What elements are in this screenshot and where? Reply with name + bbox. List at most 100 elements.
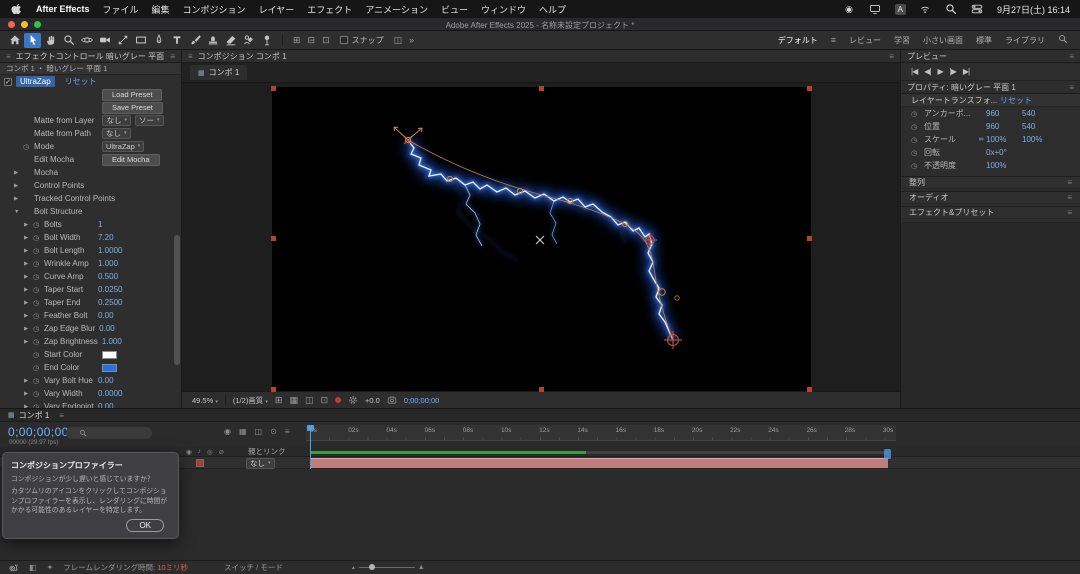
transport-button[interactable]: ▶| bbox=[963, 67, 969, 76]
selection-handle[interactable] bbox=[539, 387, 544, 392]
expander-icon[interactable]: ▶ bbox=[14, 183, 23, 189]
panel-menu-icon[interactable]: ≡ bbox=[889, 52, 894, 61]
effect-property-row[interactable]: Load Preset ▾ ▾ bbox=[0, 88, 181, 101]
selection-handle[interactable] bbox=[807, 86, 812, 91]
expander-icon[interactable]: ▶ bbox=[24, 378, 33, 384]
transport-button[interactable]: ▶ bbox=[937, 67, 942, 76]
timeline-zoom-slider[interactable]: ▲ ▲ bbox=[351, 564, 425, 571]
expander-icon[interactable]: ▶ bbox=[24, 248, 33, 254]
selection-handle[interactable] bbox=[539, 86, 544, 91]
solo-icon[interactable]: ◎ bbox=[207, 448, 213, 456]
expander-icon[interactable]: ▶ bbox=[14, 170, 23, 176]
panel-menu-icon[interactable]: ≡ bbox=[1069, 83, 1074, 92]
timeline-search-field[interactable] bbox=[66, 427, 152, 439]
stopwatch-icon[interactable]: ◷ bbox=[33, 273, 44, 281]
workspace-menu-icon[interactable]: ≡ bbox=[831, 35, 836, 45]
property-dropdown[interactable]: UltraZap▾ bbox=[102, 141, 144, 152]
effect-name[interactable]: UltraZap bbox=[16, 76, 55, 87]
app-menu[interactable]: After Effects bbox=[36, 4, 90, 14]
stopwatch-icon[interactable]: ◷ bbox=[33, 260, 44, 268]
home-tool[interactable] bbox=[6, 33, 23, 48]
menu-item[interactable]: 編集 bbox=[152, 3, 170, 16]
property-dropdown[interactable]: なし▾ bbox=[102, 115, 131, 126]
panel-menu-icon[interactable]: ≡ bbox=[1069, 52, 1074, 61]
stopwatch-icon[interactable]: ◷ bbox=[911, 162, 924, 170]
zoom-tool[interactable] bbox=[60, 33, 77, 48]
effect-property-row[interactable]: ◷ Start Color ▾ ▾ bbox=[0, 348, 181, 361]
stopwatch-icon[interactable]: ◷ bbox=[33, 390, 44, 398]
menu-item[interactable]: ウィンドウ bbox=[481, 3, 526, 16]
link-icon[interactable]: ∞ bbox=[976, 136, 986, 143]
transform-value-x[interactable]: 960 bbox=[986, 122, 1022, 131]
stopwatch-icon[interactable]: ◷ bbox=[33, 364, 44, 372]
expander-icon[interactable]: ▶ bbox=[24, 300, 33, 306]
stopwatch-icon[interactable]: ◷ bbox=[33, 338, 44, 346]
workspace-tab[interactable]: 小さい画面 bbox=[923, 35, 963, 46]
shape-tool[interactable] bbox=[132, 33, 149, 48]
color-swatch[interactable] bbox=[102, 351, 117, 359]
expander-icon[interactable]: ▶ bbox=[24, 274, 33, 280]
stopwatch-icon[interactable]: ◷ bbox=[33, 377, 44, 385]
effect-property-row[interactable]: ◷ Mode UltraZap▾ ▾ bbox=[0, 140, 181, 153]
effect-enabled-checkbox[interactable]: ✓ bbox=[4, 78, 12, 86]
roto-brush-tool[interactable] bbox=[240, 33, 257, 48]
playhead-line[interactable] bbox=[310, 425, 311, 469]
expander-icon[interactable]: ▶ bbox=[24, 391, 33, 397]
selection-handle[interactable] bbox=[271, 387, 276, 392]
effect-property-row[interactable]: Matte from Path なし▾ ▾ bbox=[0, 127, 181, 140]
transform-value-x[interactable]: 100% bbox=[986, 135, 1022, 144]
grid-guides-icon[interactable]: ⊞ bbox=[275, 395, 283, 406]
puppet-tool[interactable] bbox=[258, 33, 275, 48]
exposure-value[interactable]: +0.0 bbox=[365, 396, 380, 405]
expander-icon[interactable]: ▶ bbox=[24, 287, 33, 293]
property-value[interactable]: 0.0000 bbox=[98, 389, 122, 398]
effect-controls-header[interactable]: ≡ エフェクトコントロール 暗いグレー 平面 1 ≡ bbox=[0, 50, 181, 63]
stopwatch-icon[interactable]: ◷ bbox=[33, 286, 44, 294]
apple-menu-icon[interactable] bbox=[10, 3, 23, 16]
zoom-in-icon[interactable]: ▲ bbox=[418, 564, 425, 571]
property-dropdown[interactable]: なし▾ bbox=[102, 128, 131, 139]
transport-button[interactable]: |◀ bbox=[911, 67, 917, 76]
transform-value-x[interactable]: 100% bbox=[986, 161, 1022, 170]
transform-value-x[interactable]: 0x+0° bbox=[986, 148, 1022, 157]
effect-property-row[interactable]: Save Preset ▾ ▾ bbox=[0, 101, 181, 114]
ok-button[interactable]: OK bbox=[126, 519, 164, 532]
transform-value-x[interactable]: 960 bbox=[986, 109, 1022, 118]
composition-panel-header[interactable]: ≡ コンポジション コンポ 1 ≡ bbox=[182, 50, 900, 63]
workspace-tab[interactable]: 標準 bbox=[976, 35, 992, 46]
hide-shy-layers-icon[interactable]: ◫ bbox=[255, 427, 263, 436]
property-value[interactable]: 0.2500 bbox=[98, 298, 122, 307]
transform-value-y[interactable]: 540 bbox=[1022, 122, 1058, 131]
property-value[interactable]: 0.0250 bbox=[98, 285, 122, 294]
property-value[interactable]: 0.00 bbox=[99, 324, 115, 333]
property-value[interactable]: 0.00 bbox=[98, 311, 114, 320]
spotlight-search-icon[interactable] bbox=[945, 3, 958, 16]
comp-tab[interactable]: ▦ コンポ 1 bbox=[190, 65, 247, 80]
selection-tool[interactable] bbox=[24, 33, 41, 48]
toolbar-overflow-icon[interactable]: » bbox=[406, 35, 417, 45]
lock-icon[interactable]: ⊘ bbox=[219, 448, 224, 456]
property-value[interactable]: 1.000 bbox=[102, 337, 122, 346]
snapshot-camera-icon[interactable] bbox=[387, 395, 397, 405]
transparency-grid-icon[interactable]: ⊡ bbox=[321, 395, 329, 406]
current-time-display[interactable]: 0;00;00;00 bbox=[8, 425, 69, 439]
effect-property-row[interactable]: ▶ ◷ Wrinkle Amp 1.000 ▾ ▾ bbox=[0, 257, 181, 270]
comp-viewer[interactable] bbox=[182, 83, 900, 391]
transport-button[interactable]: ◀| bbox=[924, 67, 930, 76]
preview-panel-header[interactable]: プレビュー ≡ bbox=[901, 50, 1080, 63]
audio-icon[interactable]: ♪ bbox=[198, 448, 201, 455]
workspace-search-icon[interactable] bbox=[1058, 34, 1068, 46]
collapsed-panel-header[interactable]: 整列 ≡ bbox=[901, 176, 1080, 189]
transform-property-row[interactable]: ◷ スケール ∞ 100% 100% bbox=[901, 133, 1080, 146]
layer-color-chip[interactable] bbox=[196, 459, 204, 467]
selection-handle[interactable] bbox=[807, 387, 812, 392]
pan-behind-tool[interactable] bbox=[114, 33, 131, 48]
property-value[interactable]: 1 bbox=[98, 220, 102, 229]
menubar-clock[interactable]: 9月27日(土) 16:14 bbox=[997, 3, 1070, 16]
orbit-camera-tool[interactable] bbox=[78, 33, 95, 48]
effect-property-row[interactable]: ▶ Mocha ▾ ▾ bbox=[0, 166, 181, 179]
effect-property-row[interactable]: Edit Mocha Edit Mocha ▾ ▾ bbox=[0, 153, 181, 166]
expander-icon[interactable]: ▶ bbox=[24, 313, 33, 319]
work-area-end-handle[interactable] bbox=[884, 449, 891, 459]
effect-property-row[interactable]: ▶ ◷ Bolt Length 1.0000 ▾ ▾ bbox=[0, 244, 181, 257]
